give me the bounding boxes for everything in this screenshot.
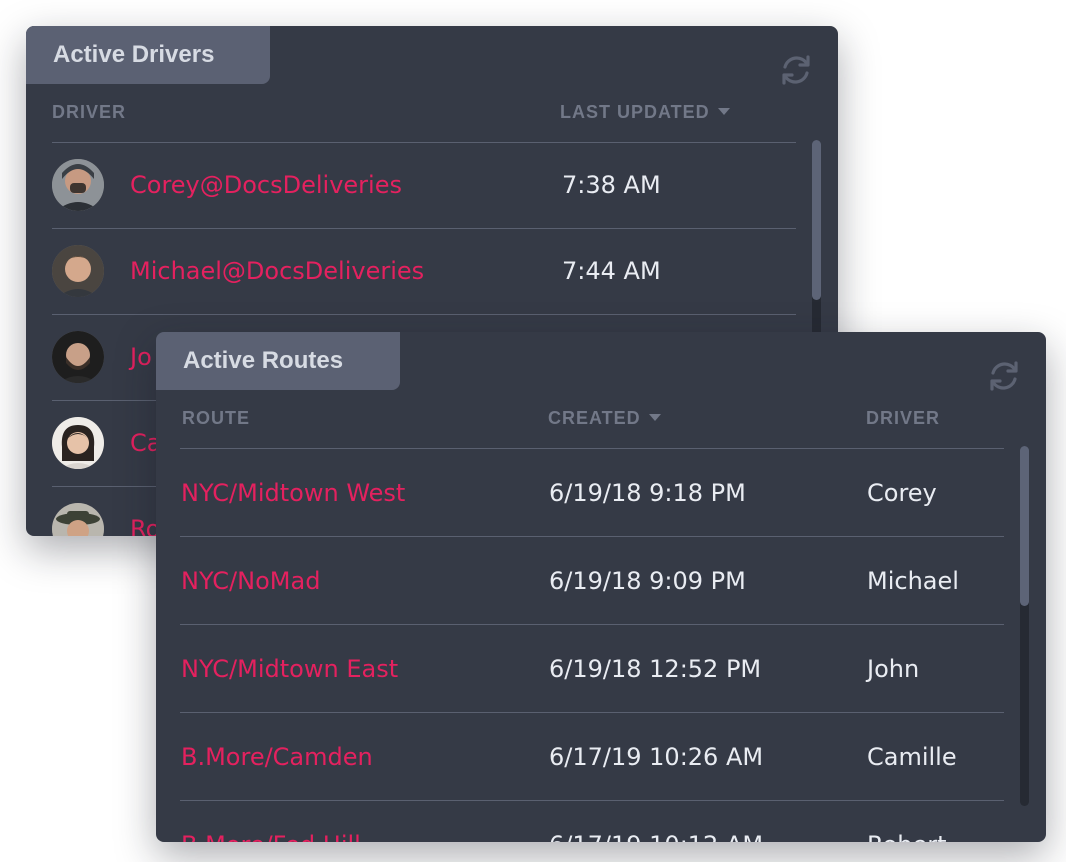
driver-email-link[interactable]: Jo: [130, 343, 152, 371]
created-time: 6/17/19 10:12 AM: [549, 831, 763, 842]
active-routes-tab[interactable]: Active Routes: [156, 332, 400, 390]
created-time: 6/17/19 10:26 AM: [549, 743, 764, 771]
driver-name: Michael: [867, 567, 959, 595]
column-header-last-updated-label: LAST UPDATED: [560, 102, 710, 122]
column-header-route[interactable]: ROUTE: [182, 408, 250, 429]
driver-name: Robert: [867, 831, 947, 842]
last-updated-time: 7:44 AM: [562, 257, 661, 285]
avatar: [52, 159, 104, 211]
active-drivers-tab[interactable]: Active Drivers: [26, 26, 270, 84]
refresh-icon[interactable]: [778, 52, 814, 88]
driver-email-link[interactable]: Corey@DocsDeliveries: [130, 171, 402, 199]
route-link[interactable]: NYC/Midtown West: [181, 479, 405, 507]
column-header-last-updated[interactable]: LAST UPDATED: [560, 102, 730, 123]
column-header-created[interactable]: CREATED: [548, 408, 661, 429]
routes-scrollbar-thumb[interactable]: [1020, 446, 1029, 606]
created-time: 6/19/18 9:18 PM: [549, 479, 746, 507]
table-row[interactable]: B.More/Camden 6/17/19 10:26 AM Camille: [180, 712, 1004, 800]
route-link[interactable]: NYC/NoMad: [181, 567, 320, 595]
column-header-created-label: CREATED: [548, 408, 641, 428]
active-routes-panel: Active Routes ROUTE CREATED DRIVER NYC/M…: [156, 332, 1046, 842]
table-row[interactable]: B.More/Fed Hill 6/17/19 10:12 AM Robert: [180, 800, 1004, 842]
route-link[interactable]: NYC/Midtown East: [181, 655, 398, 683]
route-link[interactable]: B.More/Fed Hill: [181, 831, 361, 842]
list-item[interactable]: Michael@DocsDeliveries 7:44 AM: [52, 228, 796, 314]
routes-table: NYC/Midtown West 6/19/18 9:18 PM Corey N…: [180, 448, 1004, 842]
created-time: 6/19/18 9:09 PM: [549, 567, 746, 595]
column-header-driver[interactable]: DRIVER: [52, 102, 126, 123]
list-item[interactable]: Corey@DocsDeliveries 7:38 AM: [52, 142, 796, 228]
avatar: [52, 417, 104, 469]
table-row[interactable]: NYC/Midtown East 6/19/18 12:52 PM John: [180, 624, 1004, 712]
avatar: [52, 245, 104, 297]
driver-name: John: [867, 655, 920, 683]
column-header-driver-label: DRIVER: [866, 408, 941, 428]
avatar: [52, 503, 104, 536]
created-time: 6/19/18 12:52 PM: [549, 655, 762, 683]
routes-scrollbar[interactable]: [1020, 446, 1029, 806]
last-updated-time: 7:38 AM: [562, 171, 661, 199]
column-header-driver-label: DRIVER: [52, 102, 127, 122]
column-header-route-label: ROUTE: [182, 408, 250, 428]
route-link[interactable]: B.More/Camden: [181, 743, 373, 771]
avatar: [52, 331, 104, 383]
driver-email-link[interactable]: Michael@DocsDeliveries: [130, 257, 424, 285]
table-row[interactable]: NYC/Midtown West 6/19/18 9:18 PM Corey: [180, 448, 1004, 536]
refresh-icon[interactable]: [986, 358, 1022, 394]
column-header-driver[interactable]: DRIVER: [866, 408, 940, 429]
caret-down-icon: [717, 107, 730, 115]
table-row[interactable]: NYC/NoMad 6/19/18 9:09 PM Michael: [180, 536, 1004, 624]
driver-name: Camille: [867, 743, 957, 771]
driver-name: Corey: [867, 479, 937, 507]
caret-down-icon: [648, 413, 661, 421]
drivers-scrollbar-thumb[interactable]: [812, 140, 821, 300]
